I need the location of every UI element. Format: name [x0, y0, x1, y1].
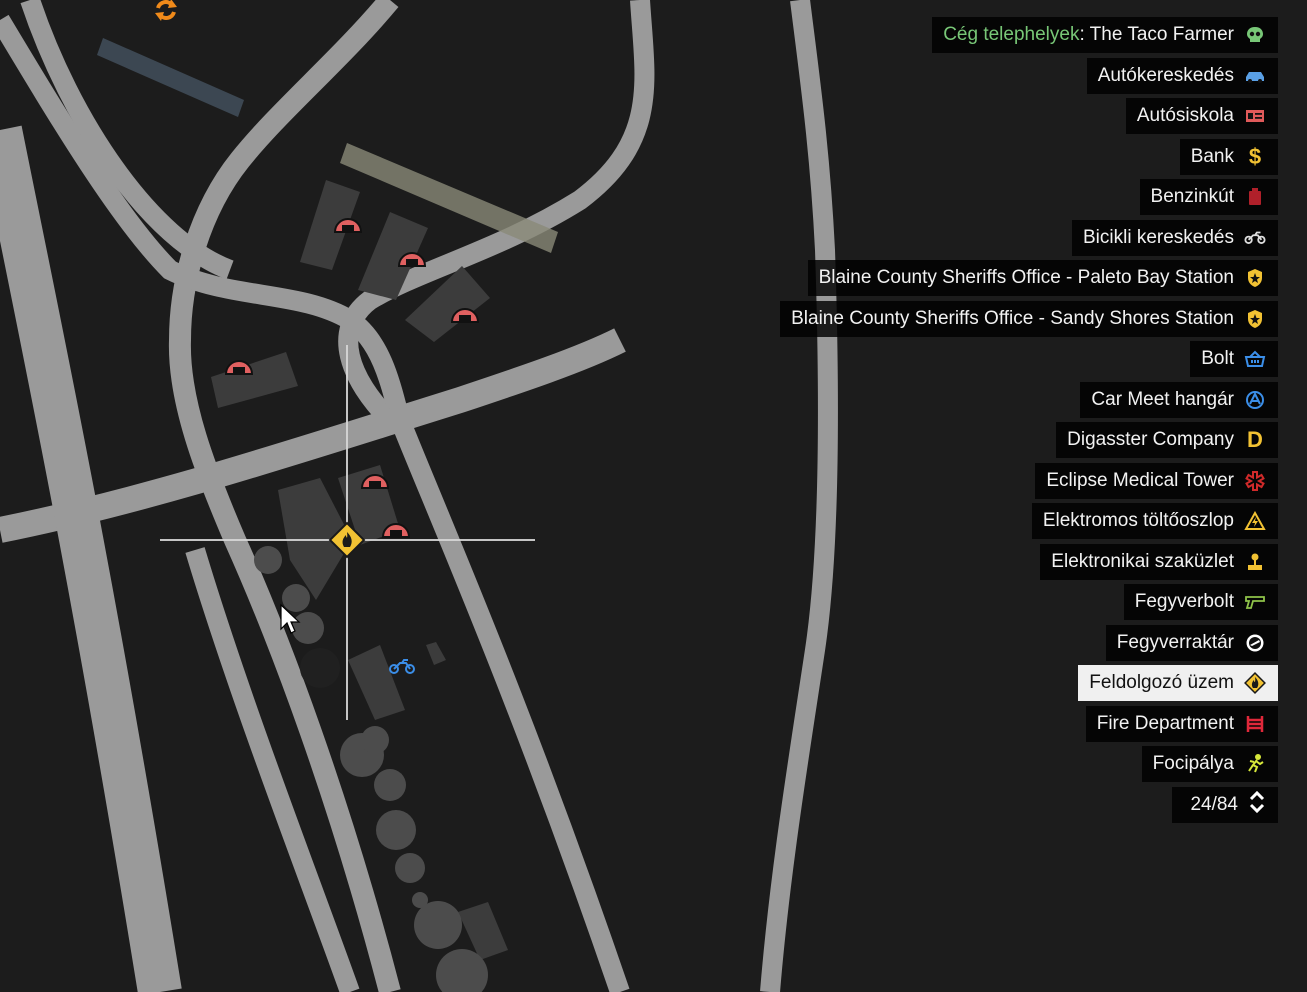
car-icon: [1244, 65, 1266, 87]
tree: [412, 892, 428, 908]
letter-d-icon: D: [1247, 427, 1263, 452]
car-meet-icon: [1244, 389, 1266, 411]
flame-diamond-icon: [1244, 672, 1266, 694]
legend-item-football-field[interactable]: Focipálya: [1141, 746, 1278, 782]
tree: [361, 726, 389, 754]
legend-item-armory[interactable]: Fegyverraktár: [1105, 624, 1278, 661]
legend-item-label: Autósiskola: [1136, 105, 1234, 126]
legend-item-label: Blaine County Sheriffs Office - Paleto B…: [818, 267, 1234, 288]
medical-star-icon: [1244, 470, 1266, 492]
legend-item-ev-charger[interactable]: Elektromos töltőoszlop: [1031, 503, 1278, 539]
legend-item-business[interactable]: Cég telephelyek: The Taco Farmer: [932, 17, 1278, 53]
tree: [292, 612, 324, 644]
tree: [376, 810, 416, 850]
legend-item-driving-school[interactable]: Autósiskola: [1125, 98, 1278, 134]
legend-item-label: Blaine County Sheriffs Office - Sandy Sh…: [791, 307, 1234, 329]
legend-item-label: Car Meet hangár: [1091, 388, 1234, 410]
pager-count: 24/84: [1190, 793, 1238, 815]
legend-item-sheriff-paleto[interactable]: Blaine County Sheriffs Office - Paleto B…: [807, 260, 1278, 296]
legend-item-label: Benzinkút: [1150, 186, 1234, 207]
legend-item-medical-tower[interactable]: Eclipse Medical Tower: [1035, 462, 1278, 499]
sheriff-badge-icon: [1244, 308, 1266, 330]
legend-item-label: Bolt: [1201, 348, 1234, 369]
fuel-can-icon: [1244, 186, 1266, 208]
shopping-basket-icon: [1244, 348, 1266, 370]
weapon-crate-icon: [1244, 632, 1266, 654]
legend-item-bank[interactable]: Bank $: [1179, 138, 1278, 175]
legend-item-label: Focipálya: [1152, 753, 1234, 774]
electric-warning-icon: [1244, 510, 1266, 532]
legend-pager[interactable]: 24/84: [1172, 786, 1278, 823]
legend-item-label: Feldolgozó üzem: [1089, 672, 1234, 693]
legend-item-electronics[interactable]: Elektronikai szaküzlet: [1040, 543, 1278, 580]
legend-item-fire-department[interactable]: Fire Department: [1085, 705, 1278, 742]
legend-item-gun-shop[interactable]: Fegyverbolt: [1123, 584, 1278, 620]
legend-item-bike-dealer[interactable]: Bicikli kereskedés: [1072, 219, 1278, 256]
skull-icon: [1244, 24, 1266, 46]
legend-item-label: Autókereskedés: [1097, 64, 1234, 86]
tree: [374, 769, 406, 801]
fire-truck-icon: [1244, 713, 1266, 735]
legend-item-digasster[interactable]: Digasster Company D: [1056, 422, 1278, 458]
tree: [254, 546, 282, 574]
legend-item-sheriff-sandy[interactable]: Blaine County Sheriffs Office - Sandy Sh…: [780, 300, 1278, 337]
legend-item-shop[interactable]: Bolt: [1190, 341, 1278, 377]
map-legend: Cég telephelyek: The Taco Farmer Autóker…: [780, 17, 1278, 823]
legend-item-label: Digasster Company: [1067, 429, 1234, 450]
legend-item-label: Elektromos töltőoszlop: [1042, 510, 1234, 531]
tree: [282, 584, 310, 612]
dollar-icon: $: [1248, 143, 1262, 169]
legend-item-label: Cég telephelyek: The Taco Farmer: [943, 24, 1234, 45]
legend-item-gas-station[interactable]: Benzinkút: [1139, 179, 1278, 215]
legend-item-label: Eclipse Medical Tower: [1046, 469, 1234, 491]
legend-item-label: Fire Department: [1096, 712, 1234, 734]
tree: [395, 853, 425, 883]
motorbike-icon: [1244, 227, 1266, 249]
pistol-icon: [1244, 591, 1266, 613]
legend-item-label: Bank: [1190, 145, 1234, 167]
license-card-icon: [1244, 105, 1266, 127]
legend-item-label: Elektronikai szaküzlet: [1051, 550, 1234, 572]
tree: [300, 648, 340, 688]
sheriff-badge-icon: [1244, 267, 1266, 289]
joystick-icon: [1244, 551, 1266, 573]
legend-item-processing-plant[interactable]: Feldolgozó üzem: [1078, 665, 1278, 701]
legend-item-label: Bicikli kereskedés: [1083, 226, 1234, 248]
legend-item-car-dealer[interactable]: Autókereskedés: [1086, 57, 1278, 94]
legend-item-car-meet[interactable]: Car Meet hangár: [1080, 381, 1278, 418]
up-down-chevron-icon[interactable]: [1248, 789, 1266, 821]
legend-item-label: Fegyverraktár: [1116, 631, 1234, 653]
tree: [414, 901, 462, 949]
runner-icon: [1244, 753, 1266, 775]
legend-item-label: Fegyverbolt: [1134, 591, 1234, 612]
